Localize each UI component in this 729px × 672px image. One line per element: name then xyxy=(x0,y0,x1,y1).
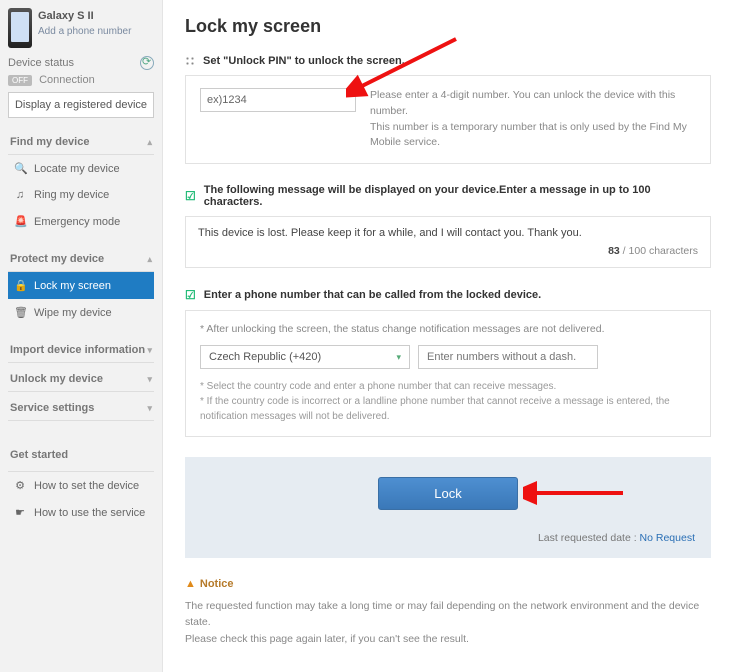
device-status-label: Device status xyxy=(8,57,74,69)
music-note-icon: ♫ xyxy=(14,189,26,201)
section-find-my-device[interactable]: Find my device ▴ xyxy=(8,136,154,155)
pin-hint-line2: This number is a temporary number that i… xyxy=(370,121,687,149)
grid-dots-icon xyxy=(185,56,195,66)
block-pin: Set "Unlock PIN" to unlock the screen. P… xyxy=(185,55,711,164)
sidebar-item-how-use[interactable]: ☛ How to use the service xyxy=(8,499,154,526)
chevron-down-icon: ▾ xyxy=(147,374,152,385)
display-registered-device-button[interactable]: Display a registered device xyxy=(8,92,154,118)
section-title: Import device information xyxy=(10,344,145,356)
phone-footnotes: * Select the country code and enter a ph… xyxy=(200,379,696,424)
device-status-row: Device status xyxy=(8,56,154,70)
phone-footnote-2: * If the country code is incorrect or a … xyxy=(200,394,696,424)
gear-icon: ⚙ xyxy=(14,479,26,492)
main-content: Lock my screen Set "Unlock PIN" to unloc… xyxy=(162,0,729,672)
chevron-down-icon: ▾ xyxy=(147,403,152,414)
section-title: Find my device xyxy=(10,136,89,148)
sidebar-item-label: Emergency mode xyxy=(34,216,120,228)
check-icon: ☑ xyxy=(185,288,196,302)
last-requested-label: Last requested date : xyxy=(538,532,637,544)
section-get-started: Get started xyxy=(8,449,154,467)
sidebar-item-label: Locate my device xyxy=(34,163,120,175)
notice-line-2: Please check this page again later, if y… xyxy=(185,631,711,648)
phone-footnote-1: * Select the country code and enter a ph… xyxy=(200,379,696,394)
sidebar-item-emergency[interactable]: 🚨 Emergency mode xyxy=(8,208,154,235)
device-name: Galaxy S II xyxy=(38,10,131,22)
section-service-settings[interactable]: Service settings ▾ xyxy=(8,402,154,421)
off-badge: OFF xyxy=(8,75,32,86)
sidebar-item-ring[interactable]: ♫ Ring my device xyxy=(8,182,154,208)
notice-heading: Notice xyxy=(200,576,234,594)
chevron-up-icon: ▴ xyxy=(147,137,152,148)
annotation-arrow-icon xyxy=(523,479,633,509)
country-selected: Czech Republic (+420) xyxy=(209,351,321,363)
pin-input[interactable] xyxy=(200,88,356,112)
last-requested-value[interactable]: No Request xyxy=(640,532,695,544)
page-title: Lock my screen xyxy=(185,16,711,37)
device-summary: Galaxy S II Add a phone number xyxy=(8,8,154,48)
country-code-select[interactable]: Czech Republic (+420) ▾ xyxy=(200,345,410,369)
char-count-max: 100 xyxy=(629,245,647,257)
sidebar-item-how-set[interactable]: ⚙ How to set the device xyxy=(8,472,154,499)
sidebar-item-label: Wipe my device xyxy=(34,307,112,319)
message-input[interactable]: This device is lost. Please keep it for … xyxy=(198,227,698,239)
add-phone-number-link[interactable]: Add a phone number xyxy=(38,26,131,37)
block-message: ☑ The following message will be displaye… xyxy=(185,184,711,268)
sidebar-item-lock-screen[interactable]: 🔒 Lock my screen xyxy=(8,272,154,299)
char-counter: 83 / 100 characters xyxy=(198,245,698,257)
pin-hint: Please enter a 4-digit number. You can u… xyxy=(370,88,696,151)
lock-panel: Lock Last requested date : No Request xyxy=(185,457,711,558)
refresh-icon[interactable] xyxy=(140,56,154,70)
siren-icon: 🚨 xyxy=(14,215,26,228)
sidebar-item-locate[interactable]: 🔍 Locate my device xyxy=(8,155,154,182)
last-requested: Last requested date : No Request xyxy=(201,532,695,544)
check-icon: ☑ xyxy=(185,189,196,203)
sidebar-item-label: Lock my screen xyxy=(34,280,111,292)
message-heading: The following message will be displayed … xyxy=(204,184,711,208)
sidebar-item-label: How to use the service xyxy=(34,507,145,519)
section-title: Unlock my device xyxy=(10,373,103,385)
sidebar-item-wipe[interactable]: 🗑 Wipe my device xyxy=(8,299,154,326)
phone-top-note: * After unlocking the screen, the status… xyxy=(200,323,696,335)
lock-icon: 🔒 xyxy=(14,279,26,292)
chevron-up-icon: ▴ xyxy=(147,254,152,265)
phone-number-input[interactable] xyxy=(418,345,598,369)
sidebar: Galaxy S II Add a phone number Device st… xyxy=(0,0,162,672)
trash-icon: 🗑 xyxy=(14,306,26,319)
section-protect-my-device[interactable]: Protect my device ▴ xyxy=(8,253,154,272)
notice-line-1: The requested function may take a long t… xyxy=(185,598,711,632)
lock-button[interactable]: Lock xyxy=(378,477,518,510)
section-title: Get started xyxy=(10,449,68,461)
chevron-down-icon: ▾ xyxy=(147,345,152,356)
char-count-unit: characters xyxy=(649,245,698,257)
warning-icon: ▲ xyxy=(185,576,196,594)
pin-hint-line1: Please enter a 4-digit number. You can u… xyxy=(370,89,675,117)
connection-status: OFF Connection xyxy=(8,74,154,86)
section-title: Service settings xyxy=(10,402,94,414)
block-phone: ☑ Enter a phone number that can be calle… xyxy=(185,288,711,437)
sidebar-item-label: How to set the device xyxy=(34,480,139,492)
phone-thumbnail-icon xyxy=(8,8,32,48)
chevron-down-icon: ▾ xyxy=(396,352,401,363)
section-import-device-info[interactable]: Import device information ▾ xyxy=(8,344,154,363)
hand-icon: ☛ xyxy=(14,506,26,519)
section-unlock-my-device[interactable]: Unlock my device ▾ xyxy=(8,373,154,392)
char-count-current: 83 xyxy=(608,245,620,257)
connection-label: Connection xyxy=(39,74,95,86)
pin-heading: Set "Unlock PIN" to unlock the screen. xyxy=(203,55,405,67)
phone-heading: Enter a phone number that can be called … xyxy=(204,289,541,301)
section-title: Protect my device xyxy=(10,253,104,265)
notice-block: ▲ Notice The requested function may take… xyxy=(185,576,711,648)
magnifier-icon: 🔍 xyxy=(14,162,26,175)
sidebar-item-label: Ring my device xyxy=(34,189,109,201)
